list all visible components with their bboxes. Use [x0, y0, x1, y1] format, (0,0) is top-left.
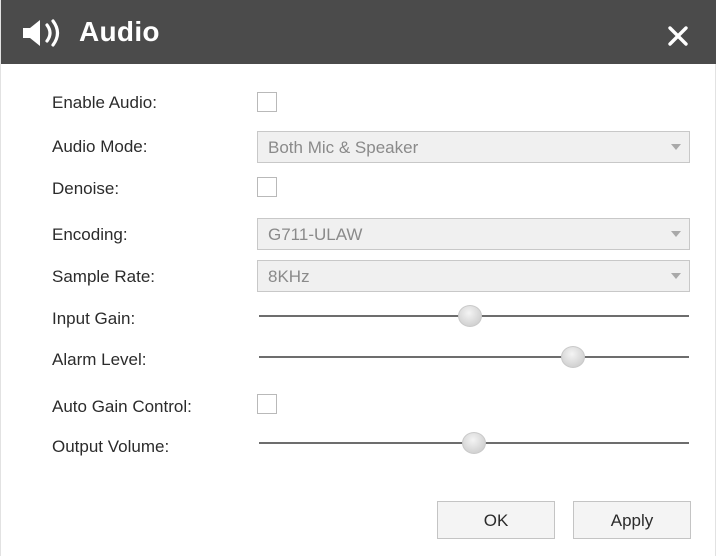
audio-mode-label: Audio Mode:: [52, 137, 148, 156]
encoding-label: Encoding:: [52, 225, 128, 244]
audio-mode-value: Both Mic & Speaker: [268, 138, 419, 157]
slider-track: [259, 356, 689, 358]
denoise-label: Denoise:: [52, 179, 120, 198]
input-gain-slider[interactable]: [259, 304, 689, 328]
auto-gain-control-checkbox[interactable]: [257, 394, 277, 414]
ok-button[interactable]: OK: [437, 501, 555, 539]
sample-rate-select[interactable]: 8KHz: [257, 260, 690, 292]
dialog-title: Audio: [79, 16, 160, 47]
slider-thumb[interactable]: [457, 305, 482, 327]
sample-rate-label: Sample Rate:: [52, 267, 155, 286]
output-volume-slider[interactable]: [259, 431, 689, 455]
auto-gain-control-label: Auto Gain Control:: [52, 397, 192, 416]
input-gain-label: Input Gain:: [52, 309, 136, 328]
output-volume-label: Output Volume:: [52, 437, 170, 456]
chevron-down-icon: [671, 231, 681, 237]
chevron-down-icon: [671, 144, 681, 150]
slider-thumb[interactable]: [462, 432, 486, 454]
denoise-checkbox[interactable]: [257, 177, 277, 197]
close-icon[interactable]: [661, 18, 695, 52]
alarm-level-label: Alarm Level:: [52, 350, 147, 369]
encoding-value: G711-ULAW: [268, 225, 363, 244]
audio-dialog: Audio Enable Audio: Audio Mode: Both Mic…: [0, 0, 716, 556]
apply-button[interactable]: Apply: [573, 501, 691, 539]
alarm-level-slider[interactable]: [259, 345, 689, 369]
enable-audio-label: Enable Audio:: [52, 93, 157, 112]
enable-audio-checkbox[interactable]: [257, 92, 277, 112]
encoding-select[interactable]: G711-ULAW: [257, 218, 690, 250]
dialog-titlebar: Audio: [1, 0, 716, 64]
chevron-down-icon: [671, 273, 681, 279]
sample-rate-value: 8KHz: [268, 267, 310, 286]
audio-mode-select[interactable]: Both Mic & Speaker: [257, 131, 690, 163]
speaker-icon: [23, 19, 60, 47]
slider-thumb[interactable]: [560, 346, 585, 368]
